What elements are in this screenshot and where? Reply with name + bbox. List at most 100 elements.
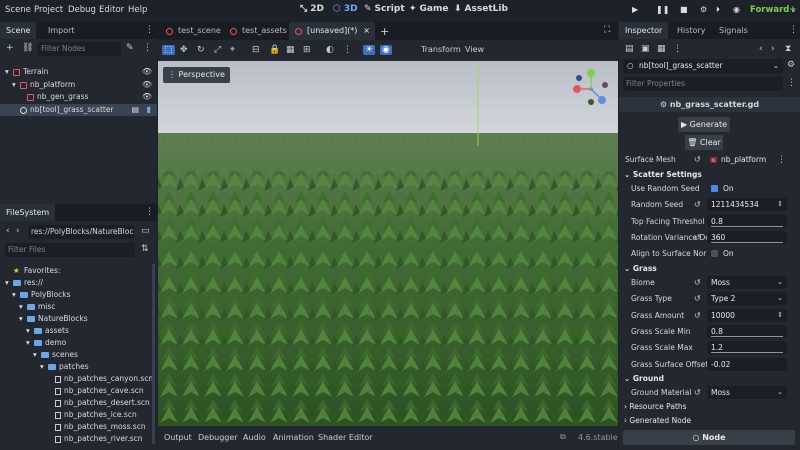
- sun-preview-icon[interactable]: ◐: [326, 45, 334, 55]
- script-attach-icon[interactable]: ✎: [126, 43, 134, 53]
- section-scatter-settings[interactable]: ⌄ Scatter Settings: [619, 168, 800, 182]
- open-resource-icon[interactable]: ▣: [641, 44, 650, 54]
- rotate-tool-icon[interactable]: ↻: [197, 45, 205, 55]
- split-view-icon[interactable]: ▭: [141, 226, 150, 236]
- section-grass[interactable]: ⌄ Grass: [619, 262, 800, 276]
- chevron-down-icon[interactable]: ⌄: [790, 5, 797, 14]
- forward-icon[interactable]: ›: [16, 226, 20, 236]
- visibility-eye-icon[interactable]: 👁: [142, 66, 152, 78]
- tab-animation[interactable]: Animation: [273, 433, 314, 442]
- select-tool-icon[interactable]: ⬚: [162, 45, 175, 55]
- spinner-icon[interactable]: ⇕: [777, 309, 783, 322]
- menu-debug[interactable]: Debug: [68, 5, 96, 15]
- tool-script-icon[interactable]: ▮: [147, 104, 151, 116]
- environment-toggle-icon[interactable]: ◉: [380, 45, 392, 55]
- reset-icon[interactable]: ↺: [694, 291, 701, 306]
- save-resource-icon[interactable]: ▦: [657, 44, 666, 54]
- clear-button[interactable]: 🗑 Clear: [685, 135, 723, 150]
- file-row[interactable]: nb_patches_ice.scn: [0, 409, 150, 421]
- slider-track[interactable]: [711, 352, 783, 354]
- ground-material-dropdown[interactable]: Moss ⌄: [707, 386, 787, 399]
- script-icon[interactable]: ▤: [131, 104, 139, 116]
- section-ground[interactable]: ⌄ Ground: [619, 372, 800, 386]
- back-icon[interactable]: ‹: [759, 44, 763, 54]
- history-icon[interactable]: ⧗: [785, 44, 791, 54]
- visibility-eye-icon[interactable]: 👁: [142, 91, 152, 103]
- snap-icon[interactable]: ⊞: [303, 45, 311, 55]
- expand-icon[interactable]: ▾: [26, 325, 30, 337]
- tree-row-grass-scatter[interactable]: nb[tool]_grass_scatter ▤ ▮: [0, 104, 157, 116]
- tab-unsaved[interactable]: [unsaved](*) ×: [289, 22, 375, 40]
- surface-mesh-value[interactable]: ▣ nb_platform: [707, 153, 787, 166]
- resource-menu-icon[interactable]: ⋮: [673, 44, 682, 54]
- folder-row[interactable]: ▾ demo: [0, 337, 150, 349]
- grass-type-dropdown[interactable]: Type 2 ⌄: [707, 292, 787, 306]
- menu-help[interactable]: Help: [128, 5, 147, 15]
- distraction-free-icon[interactable]: ⛶: [604, 25, 610, 35]
- perspective-menu-button[interactable]: ⋮ Perspective: [163, 67, 230, 83]
- tab-audio[interactable]: Audio: [243, 433, 266, 442]
- slider-track[interactable]: [711, 335, 783, 337]
- node-path-field[interactable]: ○ nb[tool]_grass_scatter ⌄: [623, 59, 783, 73]
- expand-icon[interactable]: ▾: [33, 349, 37, 361]
- scrollbar[interactable]: [152, 264, 155, 444]
- selectable-icon[interactable]: ⌖: [230, 45, 235, 55]
- grass-scale-max-slider[interactable]: 1.2: [707, 341, 787, 355]
- grass-surface-offset-field[interactable]: -0.02: [707, 357, 787, 371]
- scale-tool-icon[interactable]: ⤢: [214, 45, 221, 55]
- tab-scene[interactable]: Scene: [0, 22, 37, 39]
- close-icon[interactable]: ×: [363, 22, 370, 40]
- file-row[interactable]: nb_patches_canyon.scn: [0, 373, 153, 385]
- filter-files-input[interactable]: Filter Files: [5, 243, 135, 257]
- workspace-assetlib-button[interactable]: ⬇ AssetLib: [454, 4, 508, 14]
- dock-menu-icon[interactable]: ⋮: [789, 25, 798, 35]
- pause-icon[interactable]: ❚❚: [656, 5, 669, 14]
- add-node-icon[interactable]: +: [6, 43, 14, 53]
- workspace-game-button[interactable]: ✦ Game: [409, 4, 449, 14]
- expand-icon[interactable]: ▾: [19, 301, 23, 313]
- tab-test-scene[interactable]: test_scene: [160, 22, 223, 40]
- back-icon[interactable]: ‹: [6, 226, 10, 236]
- group-icon[interactable]: ▦: [286, 45, 295, 55]
- move-tool-icon[interactable]: ✥: [180, 45, 188, 55]
- reset-icon[interactable]: ↺: [694, 197, 701, 212]
- property-menu-icon[interactable]: ⋮: [777, 153, 786, 168]
- folder-row[interactable]: ▾ misc: [0, 301, 150, 313]
- rotation-variance-slider[interactable]: 360: [707, 230, 787, 244]
- grass-scale-min-slider[interactable]: 0.8: [707, 324, 787, 338]
- lock-icon[interactable]: 🔒: [269, 45, 280, 55]
- top-facing-threshold-slider[interactable]: 0.8: [707, 214, 787, 228]
- expand-icon[interactable]: ▾: [5, 66, 9, 78]
- generate-button[interactable]: ▶ Generate: [678, 117, 730, 132]
- new-resource-icon[interactable]: ▤: [625, 44, 634, 54]
- folder-row[interactable]: ▾ PolyBlocks: [0, 289, 150, 301]
- menu-scene[interactable]: Scene: [5, 5, 31, 15]
- file-row[interactable]: nb_patches_desert.scn: [0, 397, 150, 409]
- sun-toggle-icon[interactable]: ☀: [363, 45, 376, 55]
- expand-icon[interactable]: ▾: [26, 337, 30, 349]
- dock-menu-icon[interactable]: ⋮: [145, 207, 154, 217]
- tab-filesystem[interactable]: FileSystem: [0, 204, 56, 221]
- 3d-viewport[interactable]: ⋮ Perspective: [158, 61, 618, 426]
- tab-test-assets[interactable]: test_assets: [224, 22, 288, 40]
- tab-inspector[interactable]: Inspector: [619, 22, 669, 39]
- expand-icon[interactable]: ▾: [40, 361, 44, 373]
- spinner-icon[interactable]: ⇕: [777, 198, 783, 211]
- transform-menu[interactable]: Transform: [421, 45, 461, 54]
- local-space-icon[interactable]: ⊟: [252, 45, 260, 55]
- tree-row-nb-platform[interactable]: ▾ nb_platform 👁: [0, 79, 157, 91]
- align-surface-checkbox[interactable]: On: [707, 247, 787, 260]
- workspace-2d-button[interactable]: ⤡ 2D: [300, 4, 324, 14]
- file-row[interactable]: nb_patches_cave.scn: [0, 385, 150, 397]
- path-field[interactable]: res://PolyBlocks/NatureBloc: [28, 225, 134, 239]
- section-generated-node[interactable]: › Generated Node: [619, 414, 800, 428]
- environment-preview-icon[interactable]: ⋮: [343, 45, 352, 55]
- reset-icon[interactable]: ↺: [694, 275, 701, 290]
- folder-row[interactable]: ▾ scenes: [0, 349, 150, 361]
- folder-row[interactable]: ▾ res://: [0, 277, 150, 289]
- node-section-button[interactable]: ○ Node: [623, 430, 795, 445]
- file-row[interactable]: nb_patches_river.scn: [0, 433, 150, 445]
- checkbox-icon[interactable]: [711, 185, 718, 192]
- view-menu[interactable]: View: [465, 45, 484, 54]
- expand-icon[interactable]: ▾: [12, 79, 16, 91]
